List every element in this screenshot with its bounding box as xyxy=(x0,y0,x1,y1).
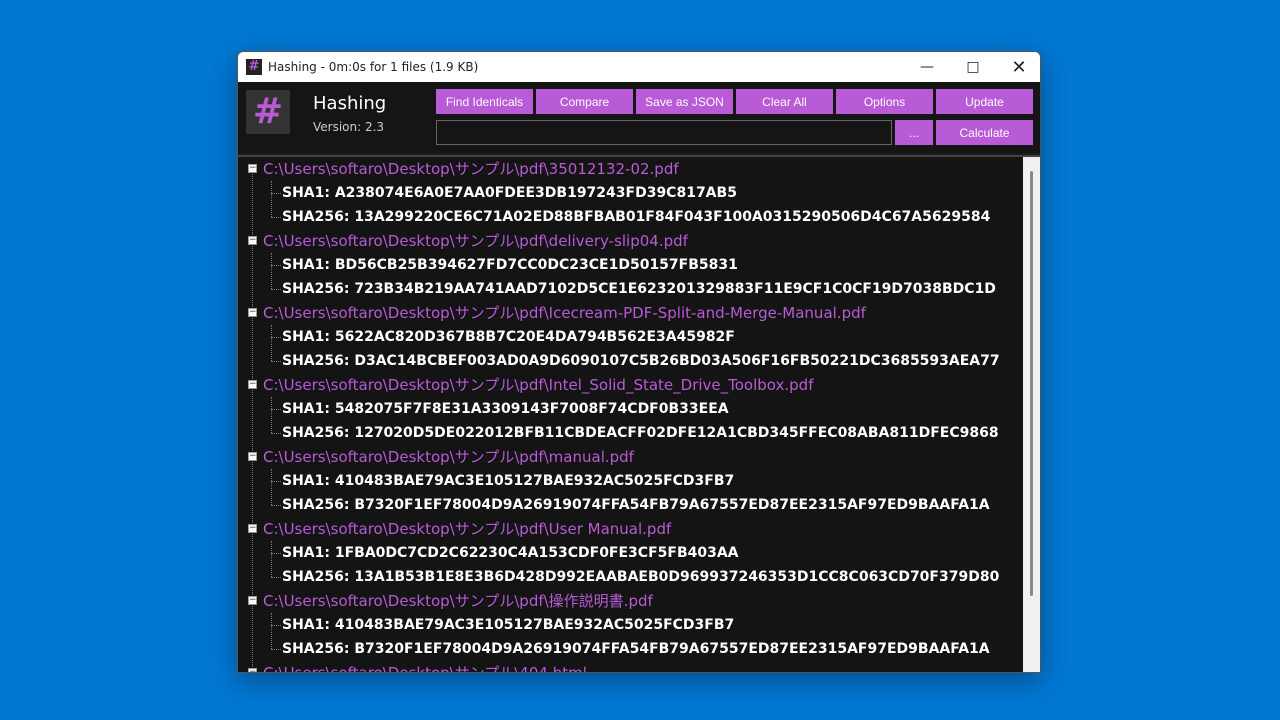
sha256-hash[interactable]: SHA256: 127020D5DE022012BFB11CBDEACFF02D… xyxy=(282,421,999,445)
path-input[interactable] xyxy=(436,120,892,145)
file-path[interactable]: C:\Users\softaro\Desktop\サンプル\pdf\User M… xyxy=(263,517,671,541)
hash-tree[interactable]: − C:\Users\softaro\Desktop\サンプル\pdf\35012… xyxy=(238,155,1040,672)
file-path[interactable]: C:\Users\softaro\Desktop\サンプル\pdf\manual… xyxy=(263,445,634,469)
tree-line xyxy=(271,577,281,578)
collapse-icon[interactable]: − xyxy=(248,596,257,605)
minimize-button[interactable]: — xyxy=(904,52,950,82)
tree-line xyxy=(271,433,281,434)
file-path[interactable]: C:\Users\softaro\Desktop\サンプル\404.html xyxy=(263,661,587,672)
file-path[interactable]: C:\Users\softaro\Desktop\サンプル\pdf\350121… xyxy=(263,157,679,181)
sha1-hash[interactable]: SHA1: 1FBA0DC7CD2C62230C4A153CDF0FE3CF5F… xyxy=(282,541,739,565)
file-path[interactable]: C:\Users\softaro\Desktop\サンプル\pdf\delive… xyxy=(263,229,688,253)
tree-line xyxy=(271,481,281,482)
tree-line xyxy=(271,217,281,218)
sha1-hash[interactable]: SHA1: 5622AC820D367B8B7C20E4DA794B562E3A… xyxy=(282,325,735,349)
sha256-hash[interactable]: SHA256: 13A299220CE6C71A02ED88BFBAB01F84… xyxy=(282,205,990,229)
collapse-icon[interactable]: − xyxy=(248,308,257,317)
maximize-button[interactable]: □ xyxy=(950,52,996,82)
calculate-button[interactable]: Calculate xyxy=(936,120,1033,145)
sha1-hash[interactable]: SHA1: BD56CB25B394627FD7CC0DC23CE1D50157… xyxy=(282,253,738,277)
scrollbar-thumb[interactable] xyxy=(1030,171,1033,596)
tree-line xyxy=(271,469,272,505)
sha256-hash[interactable]: SHA256: B7320F1EF78004D9A26919074FFA54FB… xyxy=(282,493,990,517)
find-identicals-button[interactable]: Find Identicals xyxy=(436,89,533,114)
collapse-icon[interactable]: − xyxy=(248,524,257,533)
tree-line xyxy=(271,649,281,650)
tree-line xyxy=(271,289,281,290)
sha256-hash[interactable]: SHA256: 723B34B219AA741AAD7102D5CE1E6232… xyxy=(282,277,996,301)
tree-line xyxy=(271,541,272,577)
update-button[interactable]: Update xyxy=(936,89,1033,114)
sha1-hash[interactable]: SHA1: 410483BAE79AC3E105127BAE932AC5025F… xyxy=(282,469,734,493)
tree-line xyxy=(271,325,272,361)
save-as-json-button[interactable]: Save as JSON xyxy=(636,89,733,114)
tree-line xyxy=(271,397,272,433)
file-path[interactable]: C:\Users\softaro\Desktop\サンプル\pdf\Intel_… xyxy=(263,373,814,397)
compare-button[interactable]: Compare xyxy=(536,89,633,114)
collapse-icon[interactable]: − xyxy=(248,668,257,672)
browse-button[interactable]: ... xyxy=(895,120,933,145)
sha256-hash[interactable]: SHA256: D3AC14BCBEF003AD0A9D6090107C5B26… xyxy=(282,349,1000,373)
options-button[interactable]: Options xyxy=(836,89,933,114)
close-button[interactable]: ✕ xyxy=(996,52,1040,82)
sha1-hash[interactable]: SHA1: 5482075F7F8E31A3309143F7008F74CDF0… xyxy=(282,397,729,421)
sha1-hash[interactable]: SHA1: A238074E6A0E7AA0FDEE3DB197243FD39C… xyxy=(282,181,737,205)
file-path[interactable]: C:\Users\softaro\Desktop\サンプル\pdf\Icecre… xyxy=(263,301,866,325)
app-window: # Hashing - 0m:0s for 1 files (1.9 KB) —… xyxy=(237,51,1041,673)
sha1-hash[interactable]: SHA1: 410483BAE79AC3E105127BAE932AC5025F… xyxy=(282,613,734,637)
header: # Hashing Version: 2.3 Find Identicals C… xyxy=(238,82,1040,153)
hash-icon: # xyxy=(246,59,262,75)
sha256-hash[interactable]: SHA256: B7320F1EF78004D9A26919074FFA54FB… xyxy=(282,637,990,661)
tree-line xyxy=(271,625,281,626)
tree-line xyxy=(271,361,281,362)
collapse-icon[interactable]: − xyxy=(248,380,257,389)
tree-line xyxy=(271,505,281,506)
sha256-hash[interactable]: SHA256: 13A1B53B1E8E3B6D428D992EAABAEB0D… xyxy=(282,565,999,589)
scrollbar[interactable] xyxy=(1023,157,1040,672)
tree-line xyxy=(271,265,281,266)
version-label: Version: 2.3 xyxy=(313,120,385,134)
window-title: Hashing - 0m:0s for 1 files (1.9 KB) xyxy=(268,60,479,74)
tree-line xyxy=(271,613,272,649)
collapse-icon[interactable]: − xyxy=(248,164,257,173)
app-logo: # xyxy=(246,90,290,134)
clear-all-button[interactable]: Clear All xyxy=(736,89,833,114)
collapse-icon[interactable]: − xyxy=(248,236,257,245)
tree-line xyxy=(271,337,281,338)
tree-line xyxy=(271,193,281,194)
tree-line xyxy=(271,409,281,410)
tree-line xyxy=(271,253,272,289)
app-title: Hashing xyxy=(313,93,387,114)
file-path[interactable]: C:\Users\softaro\Desktop\サンプル\pdf\操作説明書.… xyxy=(263,589,653,613)
tree-line xyxy=(271,553,281,554)
title-bar: # Hashing - 0m:0s for 1 files (1.9 KB) —… xyxy=(238,52,1040,82)
tree-line xyxy=(271,181,272,217)
collapse-icon[interactable]: − xyxy=(248,452,257,461)
